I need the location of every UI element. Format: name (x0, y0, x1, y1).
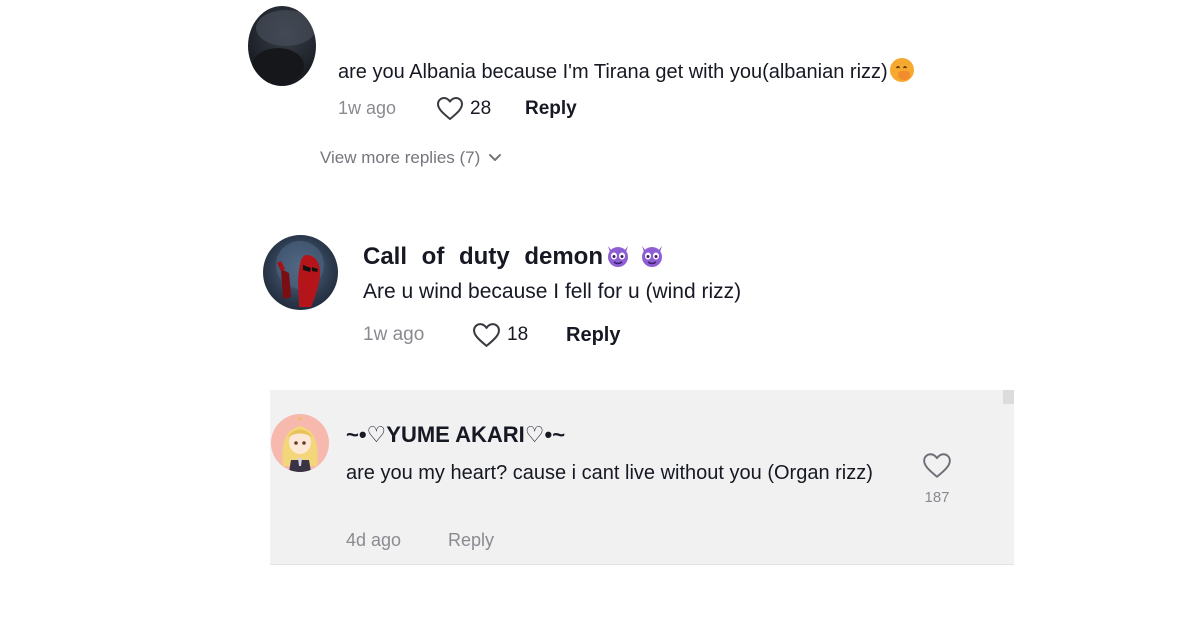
like-count: 18 (507, 324, 529, 345)
face-with-hand-over-mouth-emoji-icon (889, 58, 914, 82)
comment-text: Are u wind because I fell for u (wind ri… (363, 280, 742, 303)
reply-button[interactable]: Reply (566, 324, 620, 347)
comment-timestamp: 1w ago (363, 324, 425, 345)
smiling-imp-emoji-icon (605, 242, 631, 268)
reply-timestamp: 4d ago (346, 530, 402, 550)
like-count: 28 (470, 97, 492, 119)
scrollbar-thumb[interactable] (1003, 390, 1014, 404)
heart-icon[interactable] (436, 96, 464, 121)
heart-icon[interactable] (472, 322, 501, 348)
comment-text: are you Albania because I'm Tirana get w… (338, 58, 914, 84)
heart-icon[interactable] (922, 452, 952, 479)
commenter-avatar[interactable] (248, 6, 316, 86)
view-more-replies-label: View more replies (7) (320, 148, 481, 167)
commenter-username[interactable]: Call of duty demon (363, 242, 665, 271)
like-count: 187 (924, 489, 950, 506)
reply-button[interactable]: Reply (448, 530, 494, 551)
view-more-replies-button[interactable]: View more replies (7) (320, 148, 502, 168)
reply-avatar[interactable] (271, 414, 329, 472)
chevron-down-icon (489, 154, 502, 161)
like-button[interactable]: 28 (436, 96, 491, 121)
reply-username[interactable]: ~•♡YUME AKARI♡•~ (346, 422, 565, 448)
smiling-imp-emoji-icon (639, 242, 665, 268)
like-button[interactable] (922, 452, 952, 480)
reply-text: are you my heart? cause i cant live with… (346, 462, 873, 484)
comment-timestamp: 1w ago (338, 98, 397, 118)
like-button[interactable]: 18 (472, 322, 528, 348)
commenter-avatar[interactable] (263, 235, 338, 310)
reply-button[interactable]: Reply (525, 98, 577, 120)
